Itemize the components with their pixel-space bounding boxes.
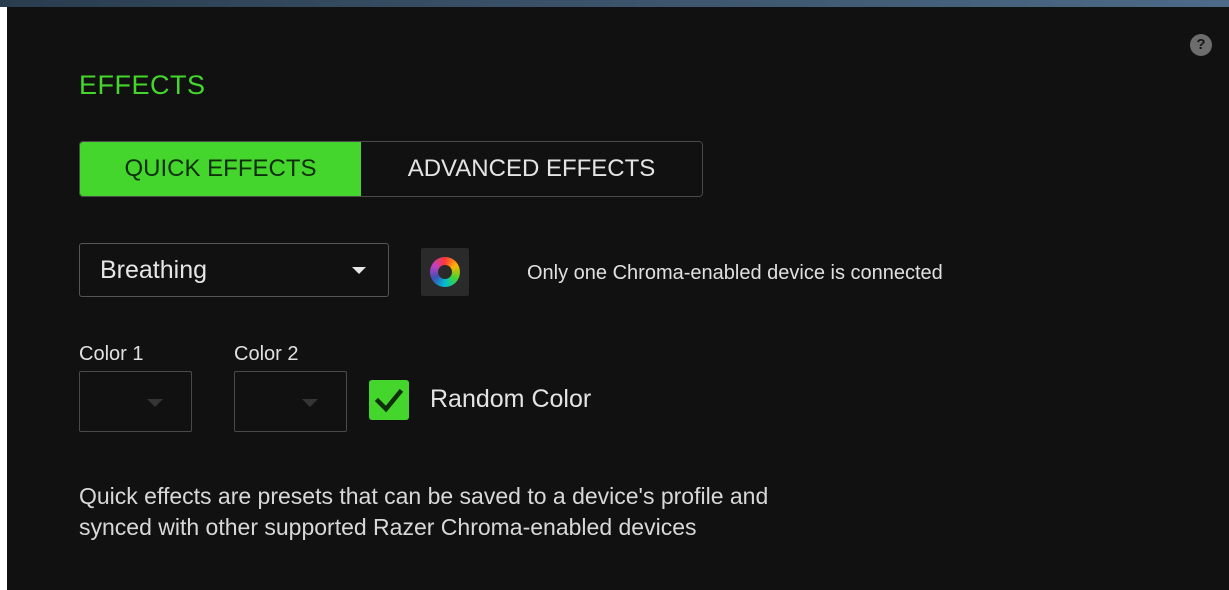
tab-advanced-effects[interactable]: ADVANCED EFFECTS — [361, 142, 702, 196]
effect-dropdown-value: Breathing — [100, 255, 208, 284]
color1-label: Color 1 — [79, 343, 144, 365]
help-icon[interactable]: ? — [1190, 34, 1212, 56]
chroma-connect-button[interactable] — [421, 248, 469, 296]
description-line-2: synced with other supported Razer Chroma… — [79, 514, 697, 540]
color2-label: Color 2 — [234, 343, 299, 365]
random-color-label: Random Color — [430, 385, 592, 413]
chevron-down-icon — [147, 399, 163, 407]
effects-tab-group: QUICK EFFECTS ADVANCED EFFECTS — [79, 141, 703, 197]
effect-dropdown[interactable]: Breathing — [79, 243, 389, 297]
checkmark-icon — [374, 388, 404, 413]
chevron-down-icon — [302, 399, 318, 407]
chevron-down-icon — [352, 266, 366, 274]
window-top-bar — [0, 0, 1229, 7]
chroma-icon — [430, 257, 460, 287]
color2-picker[interactable] — [234, 371, 347, 432]
effects-title: EFFECTS — [79, 70, 206, 100]
tab-quick-effects[interactable]: QUICK EFFECTS — [80, 142, 361, 196]
effects-description: Quick effects are presets that can be sa… — [79, 481, 768, 543]
random-color-checkbox[interactable] — [369, 380, 409, 420]
chroma-status-text: Only one Chroma-enabled device is connec… — [527, 262, 943, 284]
description-line-1: Quick effects are presets that can be sa… — [79, 483, 769, 509]
color1-picker[interactable] — [79, 371, 192, 432]
